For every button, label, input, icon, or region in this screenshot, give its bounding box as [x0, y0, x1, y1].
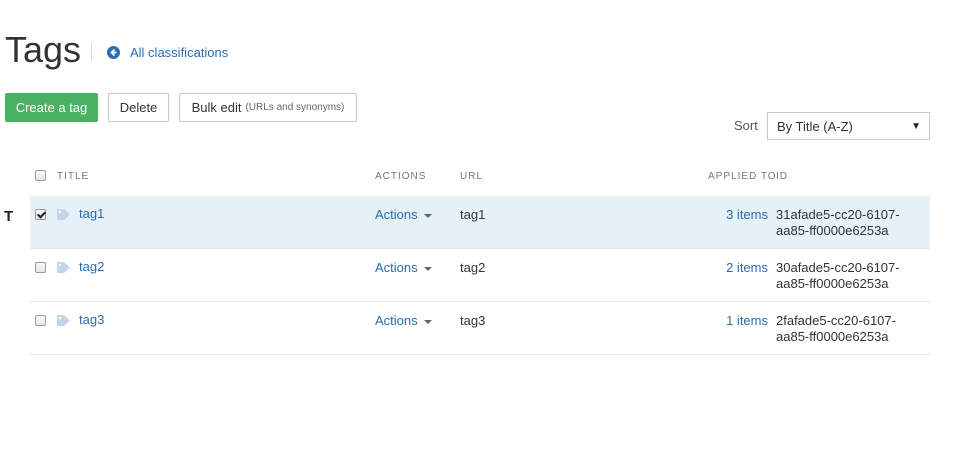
sort-select[interactable]: By Title (A-Z) ▼ — [767, 112, 930, 140]
row-marker: T — [4, 208, 14, 225]
actions-label: Actions — [375, 260, 418, 275]
create-tag-label: Create a tag — [15, 100, 88, 115]
applied-items-link[interactable]: 3 items — [726, 207, 768, 223]
delete-button[interactable]: Delete — [108, 93, 169, 122]
tag-id-line1: 2fafade5-cc20-6107- — [776, 313, 896, 328]
bulk-edit-label: Bulk edit — [191, 100, 242, 115]
tag-id-line1: 31afade5-cc20-6107- — [776, 207, 900, 222]
tag-url: tag3 — [460, 313, 486, 328]
bulk-edit-button[interactable]: Bulk edit (URLs and synonyms) — [179, 93, 357, 122]
select-all-checkbox[interactable] — [35, 170, 46, 181]
bulk-edit-sublabel: (URLs and synonyms) — [245, 102, 345, 113]
dropdown-caret-icon: ▼ — [911, 121, 921, 132]
tag-id-line2: aa85-ff0000e6253a — [776, 276, 889, 291]
tag-title-link[interactable]: tag2 — [79, 259, 104, 275]
all-classifications-label: All classifications — [130, 44, 229, 60]
chevron-down-icon — [423, 266, 432, 271]
back-arrow-icon — [107, 45, 120, 59]
tag-title-link[interactable]: tag3 — [79, 312, 104, 328]
actions-dropdown[interactable]: Actions — [375, 313, 432, 329]
page-title: Tags — [5, 29, 82, 70]
delete-label: Delete — [119, 100, 158, 115]
actions-dropdown[interactable]: Actions — [375, 260, 432, 276]
sort-label: Sort — [734, 118, 758, 133]
column-header-url[interactable]: URL — [460, 171, 483, 182]
all-classifications-link[interactable]: All classifications — [107, 43, 228, 61]
table-row[interactable]: tag2 Actions tag2 2 items 30afade5-cc20-… — [30, 249, 930, 302]
tag-icon — [57, 209, 70, 220]
tag-id-line2: aa85-ff0000e6253a — [776, 223, 889, 238]
tag-icon — [57, 262, 70, 273]
row-checkbox[interactable] — [35, 315, 46, 326]
sort-selected-value: By Title (A-Z) — [777, 118, 853, 134]
row-checkbox[interactable] — [35, 262, 46, 273]
chevron-down-icon — [423, 213, 432, 218]
row-checkbox[interactable] — [35, 209, 46, 220]
title-divider — [91, 43, 92, 60]
applied-items-link[interactable]: 2 items — [726, 260, 768, 276]
create-tag-button[interactable]: Create a tag — [5, 93, 98, 122]
actions-label: Actions — [375, 313, 418, 328]
tag-icon — [57, 315, 70, 326]
tag-id-line2: aa85-ff0000e6253a — [776, 329, 889, 344]
tag-url: tag2 — [460, 260, 486, 275]
tag-url: tag1 — [460, 207, 486, 222]
tag-title-link[interactable]: tag1 — [79, 206, 104, 222]
chevron-down-icon — [423, 319, 432, 324]
column-header-title[interactable]: TITLE — [57, 171, 89, 182]
applied-items-link[interactable]: 1 items — [726, 313, 768, 329]
table-row[interactable]: tag1 Actions tag1 3 items 31afade5-cc20-… — [30, 196, 930, 249]
actions-dropdown[interactable]: Actions — [375, 207, 432, 223]
column-header-applied-to[interactable]: APPLIED TO — [708, 171, 777, 182]
tag-id-line1: 30afade5-cc20-6107- — [776, 260, 900, 275]
actions-label: Actions — [375, 207, 418, 222]
column-header-actions: ACTIONS — [375, 171, 427, 182]
table-row[interactable]: tag3 Actions tag3 1 items 2fafade5-cc20-… — [30, 302, 930, 355]
column-header-id[interactable]: ID — [776, 171, 788, 182]
